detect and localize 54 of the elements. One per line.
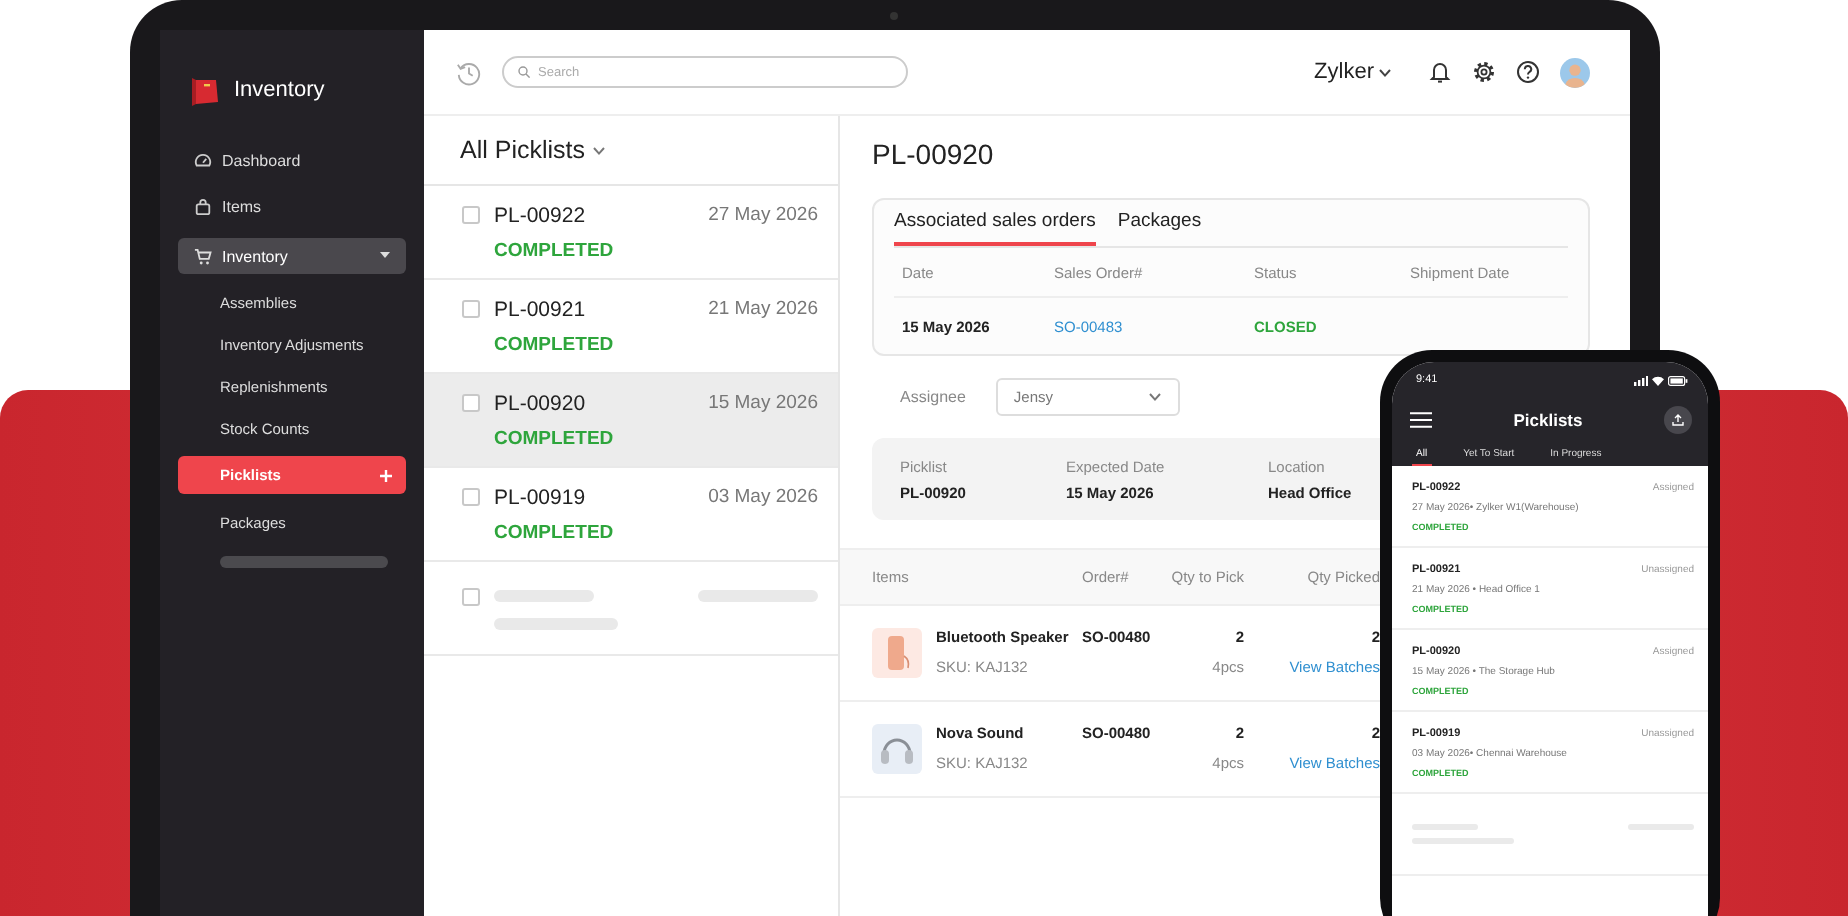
assignee-label: Assignee <box>900 388 966 406</box>
caret-icon <box>1147 392 1162 402</box>
picklist-date: 21 May 2026 <box>708 298 818 320</box>
wifi-icon <box>1652 375 1664 385</box>
status-label: COMPLETED <box>494 521 616 543</box>
picklist-date: 27 May 2026 <box>708 204 818 226</box>
plus-icon[interactable] <box>380 469 392 481</box>
help-icon[interactable] <box>1516 60 1540 84</box>
picklist-number: PL-00920 <box>494 391 588 415</box>
checkbox[interactable] <box>462 394 480 412</box>
picklist-date: 03 May 2026 <box>708 486 818 508</box>
avatar[interactable] <box>1560 57 1590 87</box>
picklist-number: PL-00921 <box>494 297 588 321</box>
picklist-row[interactable]: PL-00922 27 May 2026 COMPLETED <box>424 186 838 280</box>
status-label: COMPLETED <box>494 427 616 449</box>
status-label: COMPLETED <box>494 239 616 261</box>
list-title[interactable]: All Picklists <box>460 136 586 164</box>
checkbox[interactable] <box>462 587 480 605</box>
caret-icon <box>380 252 390 260</box>
nav-item[interactable]: Inventory <box>178 238 406 274</box>
picklist-row[interactable]: PL-00920 15 May 2026 COMPLETED <box>424 374 838 468</box>
bag-icon <box>194 198 212 216</box>
picklist-number: PL-00919 <box>494 485 588 509</box>
settings-icon[interactable] <box>1472 60 1496 84</box>
app-name: Inventory <box>234 78 325 102</box>
upload-icon <box>1672 414 1684 426</box>
tab[interactable]: Packages <box>1117 200 1202 246</box>
nav-item[interactable]: Items <box>178 184 406 230</box>
picklist-title: PL-00920 <box>870 138 996 174</box>
picklist-number: PL-00922 <box>494 203 588 227</box>
checkbox[interactable] <box>462 300 480 318</box>
organization-menu[interactable]: Zylker <box>1314 60 1392 84</box>
bell-icon[interactable] <box>1428 60 1452 84</box>
logo-icon <box>190 75 222 105</box>
status-label: COMPLETED <box>494 333 616 355</box>
history-icon[interactable] <box>456 59 482 85</box>
speaker-icon <box>872 628 922 678</box>
cart-icon <box>194 247 212 265</box>
menu-icon[interactable] <box>1410 412 1432 428</box>
gauge-icon <box>194 152 212 170</box>
battery-icon <box>1668 375 1688 385</box>
nav-item[interactable]: Dashboard <box>178 138 406 184</box>
tab[interactable]: Associated sales orders <box>894 200 1096 246</box>
headphones-icon <box>872 724 922 774</box>
search-icon <box>518 66 530 78</box>
caret-icon <box>1378 67 1392 77</box>
checkbox[interactable] <box>462 206 480 224</box>
screen-title: Picklists <box>1513 410 1583 430</box>
signal-icon <box>1634 375 1648 385</box>
picklist-row[interactable]: PL-00919 03 May 2026 COMPLETED <box>424 468 838 562</box>
checkbox[interactable] <box>462 488 480 506</box>
upload-button[interactable] <box>1664 406 1692 434</box>
caret-icon <box>591 145 606 155</box>
picklist-date: 15 May 2026 <box>708 392 818 414</box>
